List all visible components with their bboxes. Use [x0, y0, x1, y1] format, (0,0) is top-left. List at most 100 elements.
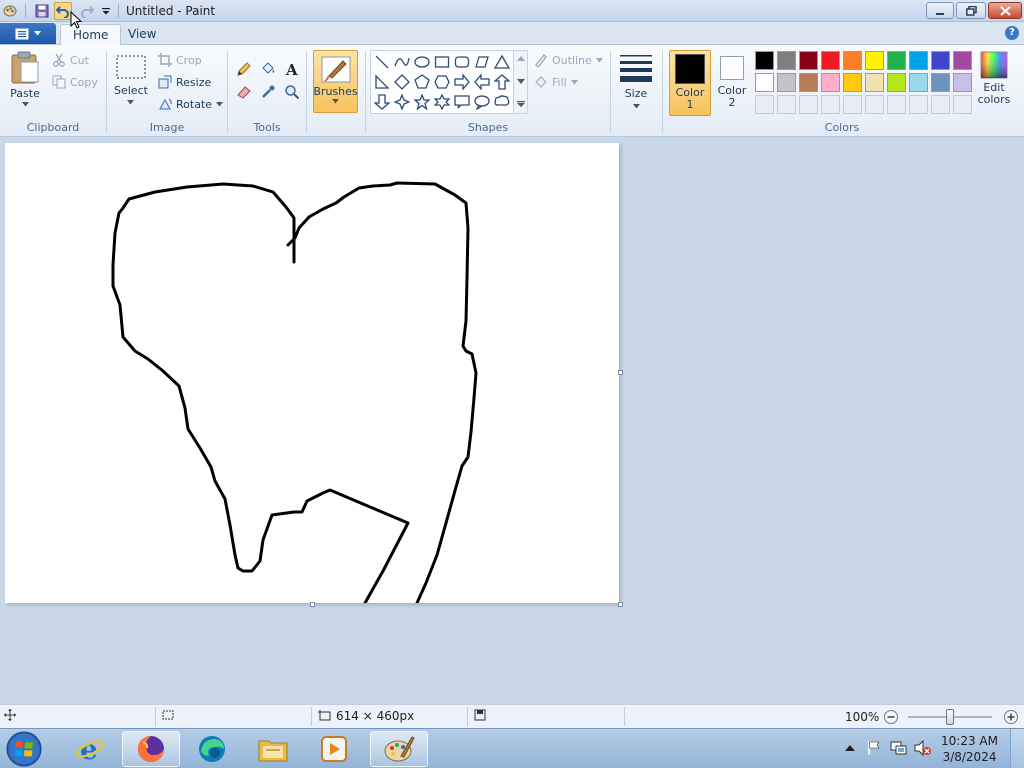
color1-button[interactable]: Color 1: [669, 50, 711, 116]
palette-color-swatch[interactable]: [755, 51, 774, 70]
up-arrow-shape-icon[interactable]: [493, 73, 511, 91]
size-button[interactable]: Size: [618, 53, 654, 109]
right-triangle-shape-icon[interactable]: [373, 73, 391, 91]
start-button[interactable]: [4, 730, 44, 768]
palette-custom-slot[interactable]: [909, 95, 928, 114]
cut-button[interactable]: Cut: [52, 53, 89, 67]
palette-color-swatch[interactable]: [799, 73, 818, 92]
rectangular-callout-shape-icon[interactable]: [453, 93, 471, 111]
palette-color-swatch[interactable]: [843, 73, 862, 92]
eraser-tool[interactable]: [233, 81, 254, 102]
media-player-icon[interactable]: [305, 731, 363, 767]
magnifier-tool[interactable]: [281, 81, 302, 102]
edge-icon[interactable]: [183, 731, 241, 767]
minimize-button[interactable]: [926, 2, 954, 19]
copy-button[interactable]: Copy: [52, 75, 98, 89]
save-icon[interactable]: [33, 2, 51, 20]
palette-custom-slot[interactable]: [953, 95, 972, 114]
pentagon-shape-icon[interactable]: [413, 73, 431, 91]
volume-muted-icon[interactable]: [914, 740, 932, 756]
palette-custom-slot[interactable]: [843, 95, 862, 114]
palette-color-swatch[interactable]: [865, 73, 884, 92]
palette-color-swatch[interactable]: [931, 73, 950, 92]
cloud-callout-shape-icon[interactable]: [493, 93, 511, 111]
action-center-flag-icon[interactable]: [866, 740, 882, 756]
four-point-star-shape-icon[interactable]: [393, 93, 411, 111]
right-arrow-shape-icon[interactable]: [453, 73, 471, 91]
palette-color-swatch[interactable]: [953, 73, 972, 92]
palette-color-swatch[interactable]: [931, 51, 950, 70]
rotate-button[interactable]: Rotate: [158, 97, 224, 111]
palette-color-swatch[interactable]: [799, 51, 818, 70]
six-point-star-shape-icon[interactable]: [433, 93, 451, 111]
paint-icon[interactable]: [370, 731, 428, 767]
color-picker-tool[interactable]: [257, 81, 278, 102]
palette-color-swatch[interactable]: [909, 73, 928, 92]
paint-menu-button[interactable]: [0, 23, 56, 44]
zoom-out-icon[interactable]: [883, 709, 899, 725]
triangle-shape-icon[interactable]: [493, 53, 511, 71]
palette-color-swatch[interactable]: [821, 73, 840, 92]
line-shape-icon[interactable]: [373, 53, 391, 71]
resize-handle-right[interactable]: [618, 370, 623, 375]
customize-dropdown-icon[interactable]: [97, 2, 115, 20]
select-button[interactable]: Select: [114, 53, 148, 105]
pencil-tool[interactable]: [233, 58, 254, 79]
palette-color-swatch[interactable]: [843, 51, 862, 70]
palette-custom-slot[interactable]: [887, 95, 906, 114]
brushes-button[interactable]: Brushes: [313, 50, 358, 113]
show-hidden-icons-icon[interactable]: [845, 744, 855, 752]
rounded-rectangle-shape-icon[interactable]: [453, 53, 471, 71]
network-icon[interactable]: [890, 740, 908, 756]
outline-button[interactable]: Outline: [534, 53, 603, 67]
polygon-shape-icon[interactable]: [473, 53, 491, 71]
edit-colors-button[interactable]: Edit colors: [975, 51, 1013, 106]
text-tool[interactable]: A: [281, 58, 302, 79]
down-arrow-shape-icon[interactable]: [373, 93, 391, 111]
palette-color-swatch[interactable]: [777, 73, 796, 92]
rectangle-shape-icon[interactable]: [433, 53, 451, 71]
firefox-icon[interactable]: [122, 731, 180, 767]
paint-app-icon[interactable]: [1, 2, 19, 20]
close-button[interactable]: [988, 2, 1022, 19]
shapes-scroll[interactable]: [513, 51, 527, 113]
paste-button[interactable]: Paste: [9, 51, 41, 107]
fill-tool[interactable]: [257, 58, 278, 79]
help-icon[interactable]: ?: [1005, 26, 1019, 40]
palette-custom-slot[interactable]: [777, 95, 796, 114]
zoom-slider-thumb[interactable]: [946, 709, 954, 725]
internet-explorer-icon[interactable]: e: [61, 731, 119, 767]
palette-custom-slot[interactable]: [755, 95, 774, 114]
restore-button[interactable]: [956, 2, 986, 19]
five-point-star-shape-icon[interactable]: [413, 93, 431, 111]
palette-color-swatch[interactable]: [821, 51, 840, 70]
color2-button[interactable]: Color 2: [713, 50, 751, 116]
show-desktop-button[interactable]: [1010, 729, 1024, 768]
palette-color-swatch[interactable]: [953, 51, 972, 70]
tab-view[interactable]: View: [116, 24, 168, 45]
palette-custom-slot[interactable]: [931, 95, 950, 114]
fill-button[interactable]: Fill: [534, 75, 578, 89]
palette-color-swatch[interactable]: [777, 51, 796, 70]
resize-handle-corner[interactable]: [618, 602, 623, 607]
palette-color-swatch[interactable]: [887, 51, 906, 70]
resize-button[interactable]: Resize: [158, 75, 211, 89]
oval-shape-icon[interactable]: [413, 53, 431, 71]
resize-handle-bottom[interactable]: [310, 602, 315, 607]
palette-color-swatch[interactable]: [909, 51, 928, 70]
palette-color-swatch[interactable]: [887, 73, 906, 92]
palette-custom-slot[interactable]: [799, 95, 818, 114]
system-clock[interactable]: 10:23 AM 3/8/2024: [941, 733, 998, 765]
drawing-canvas[interactable]: [5, 143, 619, 605]
diamond-shape-icon[interactable]: [393, 73, 411, 91]
file-explorer-icon[interactable]: [244, 731, 302, 767]
palette-custom-slot[interactable]: [865, 95, 884, 114]
palette-color-swatch[interactable]: [865, 51, 884, 70]
palette-custom-slot[interactable]: [821, 95, 840, 114]
oval-callout-shape-icon[interactable]: [473, 93, 491, 111]
left-arrow-shape-icon[interactable]: [473, 73, 491, 91]
crop-button[interactable]: Crop: [158, 53, 202, 67]
zoom-in-icon[interactable]: [1003, 709, 1019, 725]
hexagon-shape-icon[interactable]: [433, 73, 451, 91]
palette-color-swatch[interactable]: [755, 73, 774, 92]
